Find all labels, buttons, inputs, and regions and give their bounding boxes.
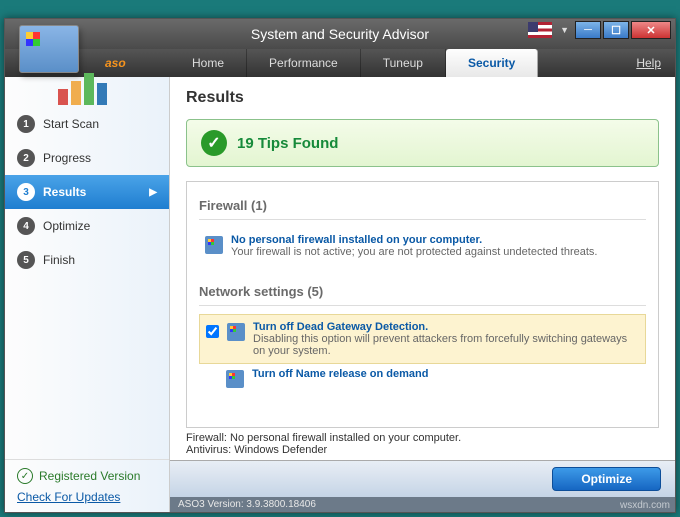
status-summary: Firewall: No personal firewall installed…	[170, 428, 675, 460]
tip-title: Turn off Dead Gateway Detection.	[253, 321, 639, 333]
optimize-button[interactable]: Optimize	[552, 467, 661, 491]
shield-icon	[205, 236, 223, 254]
tips-found-text: 19 Tips Found	[237, 135, 338, 152]
menu-security[interactable]: Security	[446, 49, 538, 77]
language-dropdown-icon[interactable]: ▼	[560, 25, 569, 35]
results-scroll-area[interactable]: Firewall (1) No personal firewall instal…	[186, 181, 659, 428]
section-network-title: Network settings (5)	[199, 278, 646, 306]
maximize-button[interactable]: ☐	[603, 21, 629, 39]
tips-found-banner: ✓ 19 Tips Found	[186, 119, 659, 167]
version-bar: ASO3 Version: 3.9.3800.18406	[170, 497, 675, 512]
sidebar: 1 Start Scan 2 Progress 3 Results ▶ 4 Op…	[5, 77, 170, 512]
step-optimize[interactable]: 4 Optimize	[5, 209, 169, 243]
close-button[interactable]: ✕	[631, 21, 671, 39]
menu-performance[interactable]: Performance	[247, 49, 361, 77]
check-updates-link[interactable]: Check For Updates	[17, 490, 157, 504]
watermark: wsxdn.com	[620, 500, 670, 511]
step-start-scan[interactable]: 1 Start Scan	[5, 107, 169, 141]
tip-row[interactable]: Turn off Dead Gateway Detection. Disabli…	[199, 314, 646, 364]
network-icon	[226, 370, 244, 388]
step-progress[interactable]: 2 Progress	[5, 141, 169, 175]
app-logo	[19, 25, 99, 95]
tip-checkbox[interactable]	[206, 325, 219, 338]
tip-desc: Your firewall is not active; you are not…	[231, 246, 597, 258]
step-label: Finish	[43, 253, 75, 267]
status-firewall: Firewall: No personal firewall installed…	[186, 432, 659, 444]
check-icon: ✓	[201, 130, 227, 156]
step-finish[interactable]: 5 Finish	[5, 243, 169, 277]
menu-home[interactable]: Home	[170, 49, 247, 77]
footer-bar: Optimize	[170, 460, 675, 497]
step-label: Start Scan	[43, 117, 99, 131]
registered-status: Registered Version	[17, 468, 157, 484]
tip-title: No personal firewall installed on your c…	[231, 234, 597, 246]
status-antivirus: Antivirus: Windows Defender	[186, 444, 659, 456]
titlebar: System and Security Advisor ▼ ─ ☐ ✕	[5, 19, 675, 49]
language-flag-icon[interactable]	[528, 22, 552, 38]
app-window: System and Security Advisor ▼ ─ ☐ ✕ aso …	[4, 18, 676, 513]
window-controls: ▼ ─ ☐ ✕	[528, 21, 671, 39]
step-results[interactable]: 3 Results ▶	[5, 175, 169, 209]
menu-help[interactable]: Help	[622, 49, 675, 77]
content-area: Results ✓ 19 Tips Found Firewall (1) No …	[170, 77, 675, 512]
menu-tuneup[interactable]: Tuneup	[361, 49, 446, 77]
step-label: Optimize	[43, 219, 90, 233]
step-label: Progress	[43, 151, 91, 165]
network-icon	[227, 323, 245, 341]
tip-title: Turn off Name release on demand	[252, 368, 428, 380]
tip-row[interactable]: Turn off Name release on demand	[199, 364, 646, 394]
minimize-button[interactable]: ─	[575, 21, 601, 39]
tip-row[interactable]: No personal firewall installed on your c…	[199, 228, 646, 264]
step-label: Results	[43, 185, 86, 199]
tip-desc: Disabling this option will prevent attac…	[253, 333, 639, 357]
chevron-right-icon: ▶	[149, 187, 157, 198]
results-header: Results	[170, 77, 675, 119]
section-firewall-title: Firewall (1)	[199, 192, 646, 220]
